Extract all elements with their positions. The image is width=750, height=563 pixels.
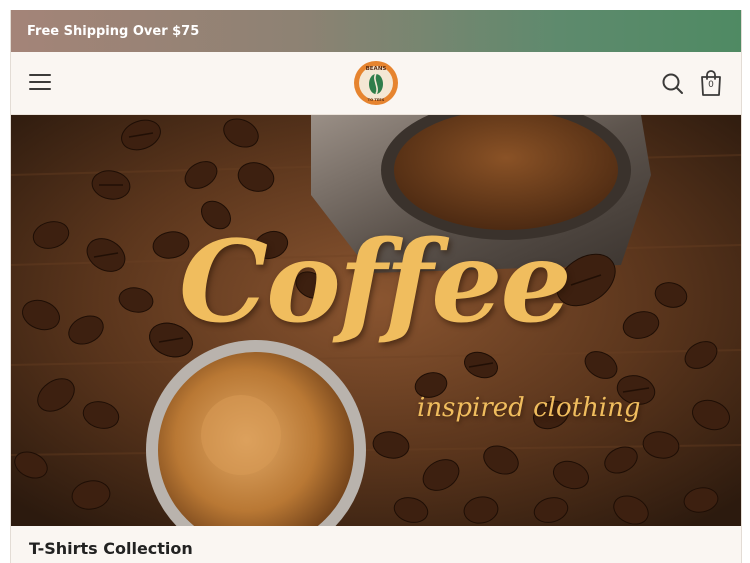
- search-icon: [662, 73, 683, 94]
- cart-count-badge: 0: [708, 80, 714, 90]
- announcement-bar: Free Shipping Over $75: [11, 10, 741, 52]
- logo-icon: BEANS TO TEES: [354, 61, 398, 105]
- site-header: BEANS TO TEES 0: [11, 52, 741, 115]
- hero-banner[interactable]: Coffee inspired clothing: [11, 115, 741, 526]
- menu-line: [29, 81, 51, 83]
- search-button[interactable]: [661, 72, 685, 96]
- site-logo[interactable]: BEANS TO TEES: [353, 60, 399, 106]
- menu-line: [29, 74, 51, 76]
- hamburger-menu-icon[interactable]: [29, 74, 51, 92]
- announcement-text: Free Shipping Over $75: [27, 23, 200, 39]
- collection-title: T-Shirts Collection: [29, 539, 193, 558]
- logo-text-top: BEANS: [366, 66, 387, 72]
- cart-button[interactable]: 0: [699, 69, 723, 97]
- hero-subtitle: inspired clothing: [417, 393, 641, 423]
- page-frame: Free Shipping Over $75 BEANS TO TEES 0 C…: [10, 10, 742, 563]
- menu-line: [29, 88, 51, 90]
- hero-title: Coffee: [179, 217, 572, 348]
- logo-text-bottom: TO TEES: [368, 98, 385, 102]
- collection-heading: T-Shirts Collection: [11, 526, 741, 563]
